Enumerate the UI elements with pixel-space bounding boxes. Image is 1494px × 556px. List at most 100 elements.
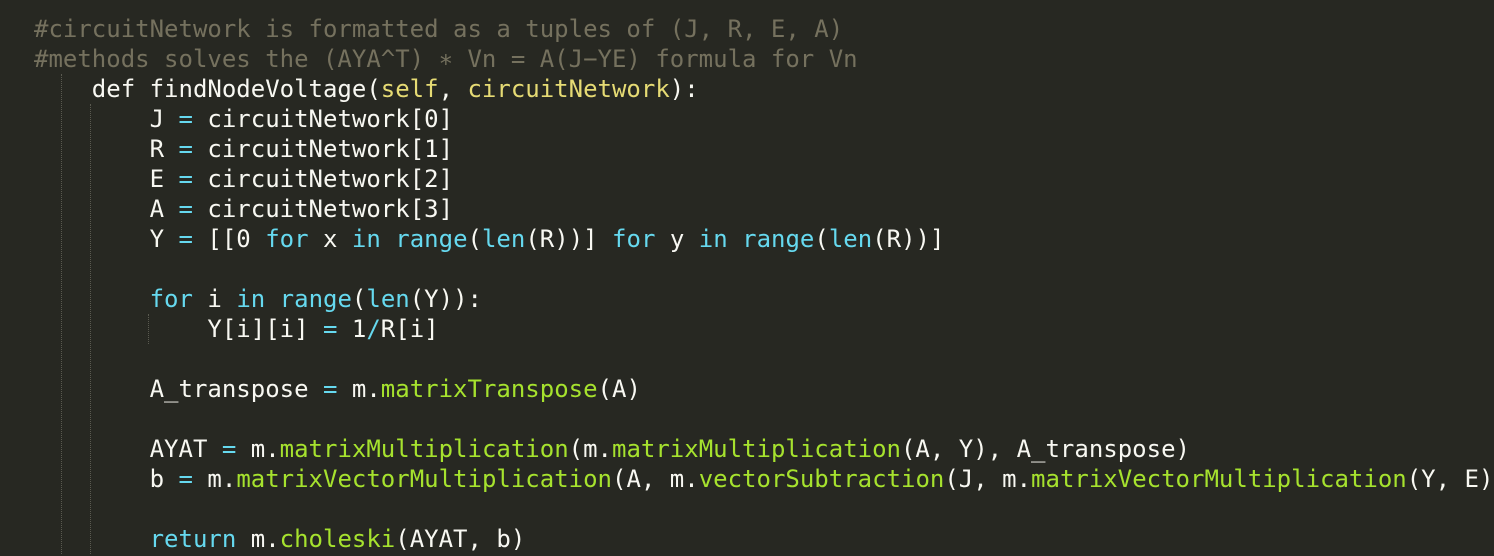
code-line[interactable]: Y[i][i] = 1/R[i] [34,314,1494,344]
code-token-comment: #circuitNetwork is formatted as a tuples… [34,15,844,43]
code-token-kw: for [149,285,193,313]
code-token-kw: for [612,225,656,253]
code-token-plain: def findNodeVoltage( [91,75,381,103]
code-token-plain: , [438,75,468,103]
code-token-fn: matrixTranspose [380,375,598,403]
code-line[interactable]: for i in range(len(Y)): [34,284,1494,314]
code-token-plain: R [149,135,179,163]
code-token-plain: A_transpose [149,375,323,403]
code-token-kw: return [149,525,237,553]
code-area[interactable]: #circuitNetwork is formatted as a tuples… [34,14,1494,554]
code-token-plain: circuitNetwork[3] [192,195,454,223]
code-token-plain: x [308,225,352,253]
code-line[interactable]: return m.choleski(AYAT, b) [34,524,1494,554]
code-line[interactable]: #methods solves the (AYA^T) ∗ Vn = A(J−Y… [34,44,1494,74]
code-token-plain: circuitNetwork[2] [192,165,454,193]
code-token-fn: matrixVectorMultiplication [1031,465,1407,493]
code-token-param: self [380,75,439,103]
code-token-op: = [178,165,193,193]
code-line[interactable]: A = circuitNetwork[3] [34,194,1494,224]
code-token-plain: Y[i][i] [207,315,323,343]
code-token-kw: len [481,225,526,253]
code-token-param: circuitNetwork [467,75,670,103]
code-token-op: = [178,105,193,133]
code-token-plain: (A, m. [612,465,699,493]
code-token-plain: Y [149,225,179,253]
code-token-plain: (Y)): [409,285,482,313]
code-token-plain: A [149,195,179,223]
code-line[interactable]: E = circuitNetwork[2] [34,164,1494,194]
code-token-comment: #methods solves the (AYA^T) ∗ Vn = A(J−Y… [34,45,858,73]
code-token-op: = [178,195,193,223]
code-line[interactable] [34,404,1494,434]
code-line[interactable]: def findNodeVoltage(self, circuitNetwork… [34,74,1494,104]
code-token-plain: circuitNetwork[1] [192,135,454,163]
code-token-kw: range [279,285,352,313]
code-token-kw: in [351,225,381,253]
code-line[interactable] [34,344,1494,374]
code-token-plain: [[0 [192,225,266,253]
code-token-plain: J [149,105,179,133]
code-line[interactable] [34,254,1494,284]
code-token-plain: (Y, E))) [1406,465,1494,493]
code-token-plain: ( [351,285,367,313]
code-token-plain: 1 [337,315,367,343]
code-editor[interactable]: #circuitNetwork is formatted as a tuples… [0,0,1494,556]
code-line[interactable]: R = circuitNetwork[1] [34,134,1494,164]
code-line[interactable]: J = circuitNetwork[0] [34,104,1494,134]
code-token-plain: i [192,285,237,313]
code-token-kw: len [366,285,410,313]
code-token-plain: m. [337,375,381,403]
code-token-op: = [178,135,193,163]
code-token-plain: y [655,225,699,253]
code-token-plain: E [149,165,179,193]
code-line[interactable]: A_transpose = m.matrixTranspose(A) [34,374,1494,404]
code-line[interactable]: b = m.matrixVectorMultiplication(A, m.ve… [34,464,1494,494]
code-token-plain: ( [814,225,829,253]
code-token-plain: (A) [597,375,641,403]
code-token-plain: b [149,465,179,493]
code-token-fn: matrixVectorMultiplication [236,465,612,493]
code-token-plain: (m. [568,435,612,463]
code-token-op: = [322,375,338,403]
code-line[interactable]: Y = [[0 for x in range(len(R))] for y in… [34,224,1494,254]
code-token-plain: ( [467,225,482,253]
code-token-plain: ): [669,75,699,103]
code-token-plain: (R))] [872,225,945,253]
code-token-plain: (AYAT, b) [395,525,526,553]
code-token-plain: m. [192,465,237,493]
code-token-op: = [221,435,237,463]
code-token-fn: matrixMultiplication [279,435,569,463]
code-token-fn: choleski [279,525,396,553]
code-token-kw: range [742,225,815,253]
code-token-op: / [366,315,381,343]
code-line[interactable]: AYAT = m.matrixMultiplication(m.matrixMu… [34,434,1494,464]
code-token-kw: len [828,225,873,253]
code-token-op: = [322,315,338,343]
code-token-plain: circuitNetwork[0] [192,105,454,133]
code-token-plain: (A, Y), A_transpose) [900,435,1190,463]
code-line[interactable] [34,494,1494,524]
code-token-kw: in [236,285,266,313]
code-line[interactable]: #circuitNetwork is formatted as a tuples… [34,14,1494,44]
code-token-plain: m. [236,525,280,553]
code-token-kw: in [698,225,728,253]
code-token-fn: matrixMultiplication [612,435,901,463]
code-token-plain: (J, m. [944,465,1032,493]
code-token-fn: vectorSubtraction [698,465,945,493]
code-token-plain: AYAT [149,435,222,463]
